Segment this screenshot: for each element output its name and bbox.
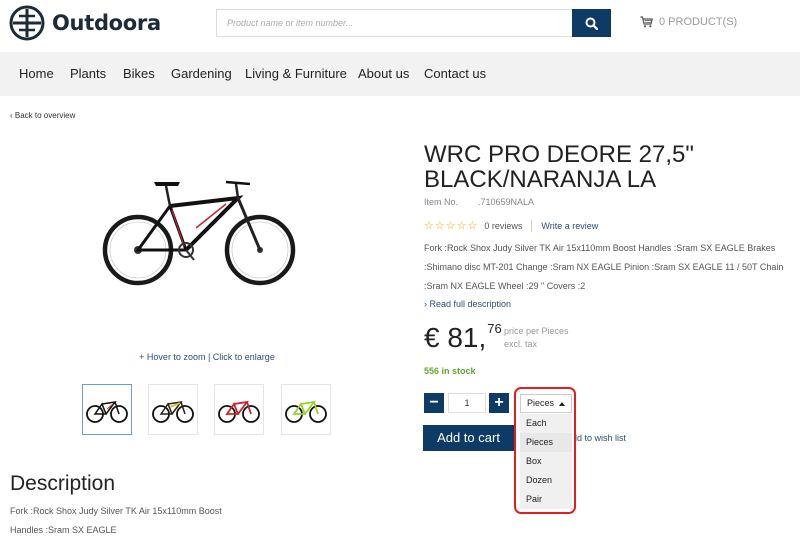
cart-button[interactable]: 0 PRODUCT(S) [640, 16, 737, 28]
product-image[interactable] [98, 168, 298, 295]
add-to-wishlist-link[interactable]: dd to wish list [572, 433, 626, 443]
item-number: Item No. .710659NALA [424, 197, 534, 207]
logo-mark-icon [9, 5, 45, 41]
unit-option-pair[interactable]: Pair [520, 490, 572, 509]
description-line: Fork :Rock Shox Judy Silver TK Air 15x11… [10, 506, 222, 516]
unit-option-each[interactable]: Each [520, 414, 572, 433]
unit-option-box[interactable]: Box [520, 452, 572, 471]
thumbnail-3[interactable] [214, 384, 264, 435]
price-main: € 81, [424, 322, 487, 353]
nav-item-home[interactable]: Home [19, 66, 54, 81]
nav-item-gardening[interactable]: Gardening [171, 66, 232, 81]
star-empty-icon[interactable]: ☆ [468, 219, 478, 232]
thumbnail-2[interactable] [148, 384, 198, 435]
bike-green-icon [285, 400, 327, 423]
cart-label: 0 PRODUCT(S) [659, 16, 738, 28]
unit-option-dozen[interactable]: Dozen [520, 471, 572, 490]
zoom-hint[interactable]: + Hover to zoom | Click to enlarge [0, 352, 414, 362]
write-review-link[interactable]: Write a review [541, 221, 598, 231]
price: € 81,76 [424, 321, 502, 354]
review-count[interactable]: 0 reviews [484, 221, 522, 231]
search-button[interactable] [572, 9, 611, 37]
nav-item-living-furniture[interactable]: Living & Furniture [245, 66, 347, 81]
divider [531, 219, 533, 232]
item-number-label: Item No. [424, 197, 459, 207]
unit-select-value: Pieces [527, 398, 555, 408]
back-to-overview-link[interactable]: ‹ Back to overview [10, 111, 75, 120]
price-per-unit: price per Pieces [504, 326, 569, 336]
description-heading: Description [10, 472, 116, 495]
spec-line: :Shimano disc MT-201 Change :Sram NX EAG… [424, 262, 784, 272]
unit-dropdown-highlight: Pieces Each Pieces Box Dozen Pair [514, 387, 576, 514]
quantity-decrease-button[interactable]: − [424, 393, 444, 413]
nav-item-about-us[interactable]: About us [358, 66, 409, 81]
unit-select[interactable]: Pieces [520, 394, 572, 413]
description-line: Handles :Sram SX EAGLE [10, 525, 117, 535]
unit-option-pieces[interactable]: Pieces [520, 433, 572, 452]
unit-options-list: Each Pieces Box Dozen Pair [520, 414, 572, 509]
quantity-input[interactable] [448, 393, 486, 413]
star-empty-icon[interactable]: ☆ [435, 219, 445, 232]
price-tax-note: excl. tax [504, 339, 538, 349]
cart-icon [640, 16, 653, 28]
nav-item-contact-us[interactable]: Contact us [424, 66, 486, 81]
search-icon [585, 17, 598, 30]
product-title: WRC PRO DEORE 27,5" BLACK/NARANJA LA [424, 141, 694, 193]
bike-black-red-icon [86, 400, 128, 423]
thumbnail-1[interactable] [82, 384, 132, 435]
price-cents: 76 [487, 321, 502, 336]
rating-row: ☆ ☆ ☆ ☆ ☆ 0 reviews Write a review [424, 219, 598, 232]
caret-up-icon [559, 402, 565, 406]
thumbnail-4[interactable] [281, 384, 331, 435]
price-meta: price per Pieces excl. tax [504, 325, 569, 351]
brand-name: Outdoora [52, 11, 161, 35]
star-empty-icon[interactable]: ☆ [424, 219, 434, 232]
stock-status: 556 in stock [424, 366, 476, 376]
bike-red-icon [218, 400, 260, 423]
nav-item-plants[interactable]: Plants [70, 66, 106, 81]
spec-line: Fork :Rock Shox Judy Silver TK Air 15x11… [424, 243, 776, 253]
spec-line: :Sram NX EAGLE Wheel :29 " Covers :2 [424, 281, 586, 291]
nav-item-bikes[interactable]: Bikes [123, 66, 155, 81]
add-to-cart-button[interactable]: Add to cart [423, 425, 514, 451]
star-empty-icon[interactable]: ☆ [457, 219, 467, 232]
bike-yellow-icon [152, 400, 194, 423]
logo[interactable]: Outdoora [9, 5, 161, 41]
star-empty-icon[interactable]: ☆ [446, 219, 456, 232]
read-full-description-link[interactable]: › Read full description [424, 299, 511, 309]
quantity-increase-button[interactable]: + [489, 393, 509, 413]
header: Outdoora 0 PRODUCT(S) [0, 0, 800, 52]
item-number-value: .710659NALA [478, 197, 535, 207]
main-nav: Home Plants Bikes Gardening Living & Fur… [0, 52, 800, 96]
search-input[interactable] [216, 9, 572, 37]
